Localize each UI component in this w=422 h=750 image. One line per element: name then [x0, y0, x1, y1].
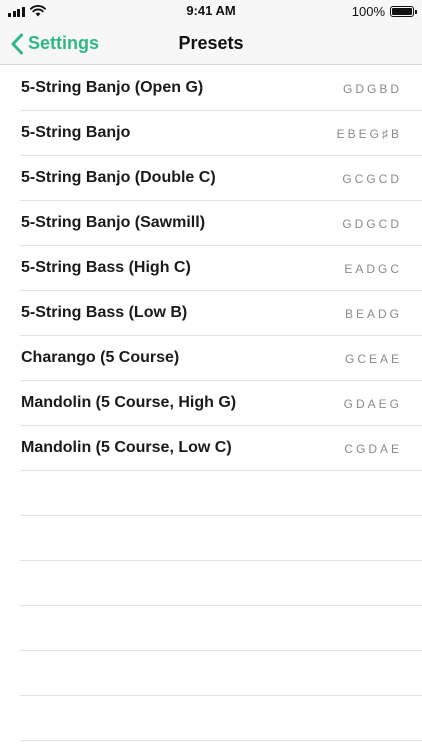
presets-screen: 9:41 AM 100% Settings Presets 5-String B… — [0, 0, 422, 750]
empty-row — [20, 516, 422, 561]
preset-name: Charango (5 Course) — [21, 349, 180, 366]
preset-row[interactable]: Charango (5 Course) GCEAE — [20, 336, 422, 381]
preset-tuning: EADGC — [344, 262, 402, 276]
preset-name: 5-String Banjo (Open G) — [21, 79, 204, 96]
preset-name: 5-String Bass (Low B) — [21, 304, 188, 321]
preset-name: Mandolin (5 Course, High G) — [21, 394, 237, 411]
preset-tuning: GDAEG — [343, 397, 402, 411]
page-title: Presets — [178, 33, 244, 53]
preset-name: 5-String Banjo — [21, 124, 131, 141]
navigation-bar: Settings Presets — [0, 22, 422, 65]
preset-row[interactable]: Mandolin (5 Course, High G) GDAEG — [20, 381, 422, 426]
empty-row — [20, 471, 422, 516]
empty-row — [20, 696, 422, 741]
preset-row[interactable]: 5-String Banjo EBEG♯B — [20, 111, 422, 156]
preset-name: Mandolin (5 Course, Low C) — [21, 439, 232, 456]
preset-row[interactable]: 5-String Banjo (Double C) GCGCD — [20, 156, 422, 201]
status-right-group: 100% — [351, 4, 417, 19]
preset-tuning: GDGBD — [342, 82, 402, 96]
battery-percentage: 100% — [351, 4, 385, 19]
preset-row[interactable]: 5-String Bass (Low B) BEADG — [20, 291, 422, 336]
battery-icon — [390, 6, 417, 17]
preset-tuning: BEADG — [344, 307, 402, 321]
preset-name: 5-String Banjo (Double C) — [21, 169, 216, 186]
preset-name: 5-String Bass (High C) — [21, 259, 191, 276]
preset-tuning: EBEG♯B — [336, 127, 402, 141]
empty-row — [20, 606, 422, 651]
preset-row[interactable]: Mandolin (5 Course, Low C) CGDAE — [20, 426, 422, 471]
preset-tuning: GDGCD — [342, 217, 402, 231]
preset-tuning: CGDAE — [344, 442, 402, 456]
preset-name: 5-String Banjo (Sawmill) — [21, 214, 206, 231]
preset-list: 5-String Banjo (Open G) GDGBD 5-String B… — [20, 66, 422, 741]
preset-row[interactable]: 5-String Bass (High C) EADGC — [20, 246, 422, 291]
empty-row — [20, 561, 422, 606]
preset-tuning: GCEAE — [344, 352, 402, 366]
preset-row[interactable]: 5-String Banjo (Open G) GDGBD — [20, 66, 422, 111]
preset-row[interactable]: 5-String Banjo (Sawmill) GDGCD — [20, 201, 422, 246]
preset-tuning: GCGCD — [342, 172, 402, 186]
status-bar: 9:41 AM 100% — [0, 0, 422, 22]
empty-row — [20, 651, 422, 696]
